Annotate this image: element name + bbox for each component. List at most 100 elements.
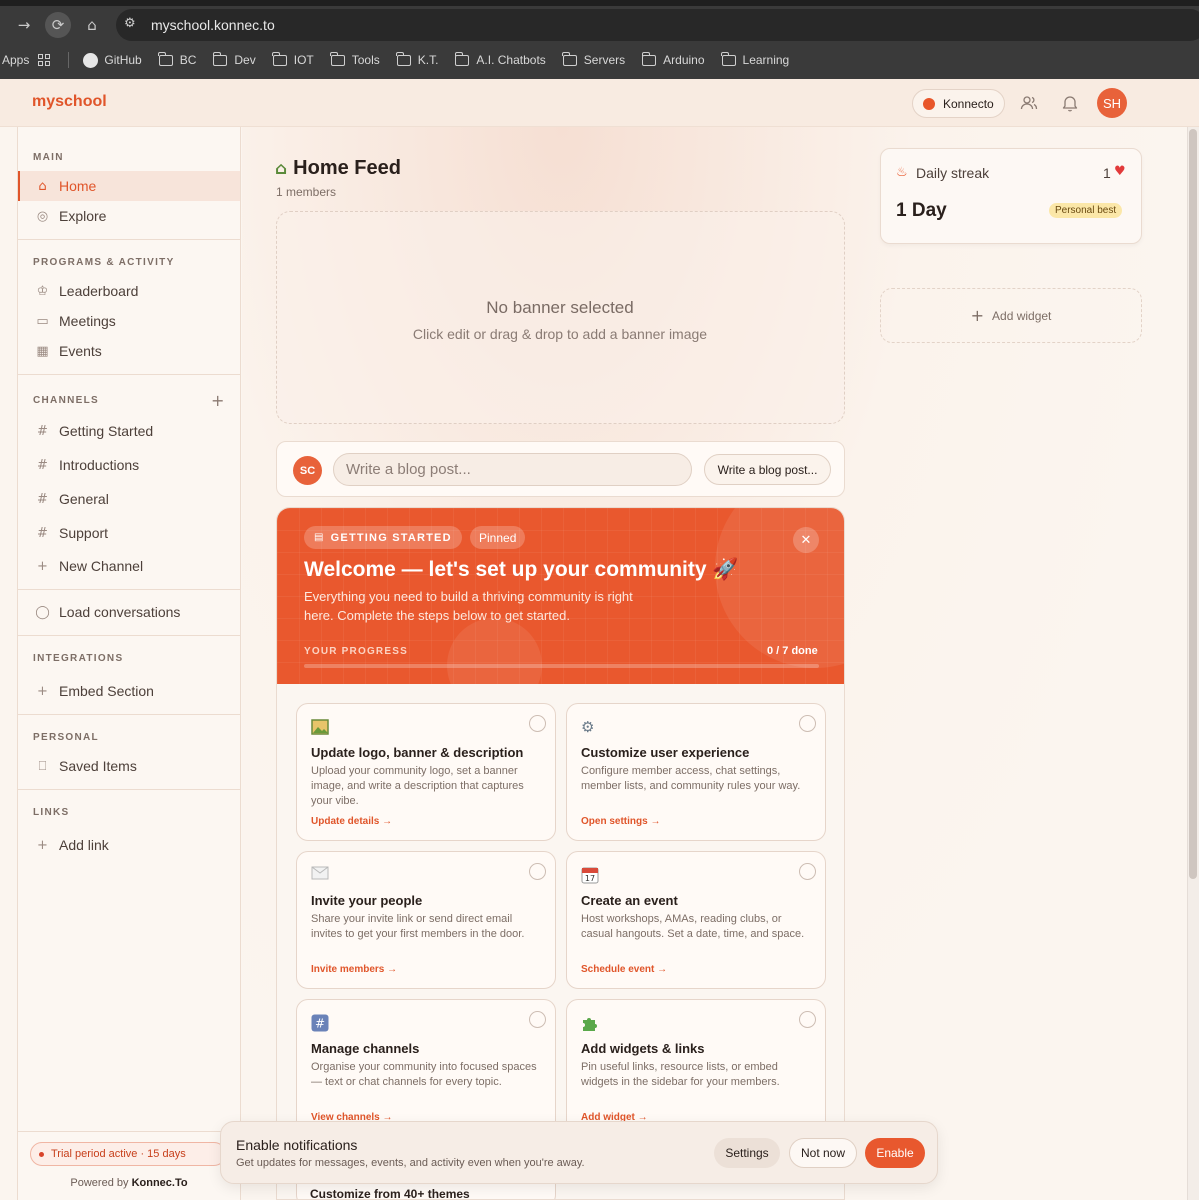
task-checkbox[interactable] xyxy=(529,1011,546,1028)
not-now-button[interactable]: Not now xyxy=(789,1138,857,1168)
task-checkbox[interactable] xyxy=(799,1011,816,1028)
divider xyxy=(18,789,240,790)
task-card[interactable]: # Manage channels Organise your communit… xyxy=(296,999,556,1137)
add-widget-button[interactable]: + Add widget xyxy=(880,288,1142,343)
task-card[interactable]: 17 Create an event Host workshops, AMAs,… xyxy=(566,851,826,989)
bookmark-folder[interactable]: Arduino xyxy=(641,51,705,67)
section-title-integrations: INTEGRATIONS xyxy=(33,653,124,664)
bookmark-folder[interactable]: Tools xyxy=(330,51,380,67)
section-title-personal: PERSONAL xyxy=(33,732,99,743)
bookmark-github[interactable]: GitHub xyxy=(83,52,142,68)
sidebar-item-channel[interactable]: # Support xyxy=(18,518,240,548)
folder-icon xyxy=(721,51,736,66)
bookmark-folder[interactable]: BC xyxy=(158,51,196,67)
task-card[interactable]: Update logo, banner & description Upload… xyxy=(296,703,556,841)
task-checkbox[interactable] xyxy=(799,715,816,732)
video-icon: ▭ xyxy=(36,313,49,329)
task-title: Customize user experience xyxy=(581,745,750,760)
write-blog-post-button[interactable]: Write a blog post... xyxy=(704,454,831,485)
task-card[interactable]: Add widgets & links Pin useful links, re… xyxy=(566,999,826,1137)
task-title: Customize from 40+ themes xyxy=(310,1187,470,1200)
notification-title: Enable notifications xyxy=(236,1137,358,1153)
enable-button[interactable]: Enable xyxy=(865,1138,925,1168)
task-link[interactable]: Open settings → xyxy=(581,816,660,827)
bell-icon[interactable] xyxy=(1059,92,1081,114)
sidebar-item-add-link[interactable]: + Add link xyxy=(18,830,240,860)
folder-icon xyxy=(330,51,345,66)
task-checkbox[interactable] xyxy=(529,863,546,880)
browser-tabstrip xyxy=(0,0,1199,6)
hash-icon: # xyxy=(37,525,48,541)
folder-icon xyxy=(396,51,411,66)
user-avatar[interactable]: SH xyxy=(1097,88,1127,118)
bookmark-folder[interactable]: A.I. Chatbots xyxy=(455,51,546,67)
reload-icon[interactable]: ⟳ xyxy=(45,12,71,38)
task-title: Add widgets & links xyxy=(581,1041,705,1056)
site-info-icon[interactable]: ⚙ xyxy=(124,16,136,31)
task-link[interactable]: Update details → xyxy=(311,816,392,827)
task-link[interactable]: Schedule event → xyxy=(581,964,667,975)
streak-label: Daily streak xyxy=(916,165,990,181)
sidebar-item-new-channel[interactable]: + New Channel xyxy=(18,551,240,581)
task-description: Organise your community into focused spa… xyxy=(311,1061,537,1088)
settings-button[interactable]: Settings xyxy=(714,1138,780,1168)
sidebar-item-channel[interactable]: # Introductions xyxy=(18,450,240,480)
hash-icon: # xyxy=(37,491,48,507)
bookmark-apps[interactable]: Apps xyxy=(0,53,29,67)
brand-logo[interactable]: myschool xyxy=(32,93,107,111)
task-description: Share your invite link or send direct em… xyxy=(311,913,525,940)
sidebar-item-events[interactable]: ▦ Events xyxy=(18,336,240,366)
section-title-channels: CHANNELS xyxy=(33,395,99,406)
task-title: Create an event xyxy=(581,893,678,908)
home-browser-icon[interactable]: ⌂ xyxy=(79,12,105,38)
task-link[interactable]: Invite members → xyxy=(311,964,397,975)
bookmark-folder[interactable]: IOT xyxy=(272,51,314,67)
folder-icon xyxy=(272,51,287,66)
sidebar-item-embed-section[interactable]: + Embed Section xyxy=(18,676,240,706)
close-icon[interactable]: ✕ xyxy=(793,527,819,553)
task-card[interactable]: ⚙ Customize user experience Configure me… xyxy=(566,703,826,841)
sidebar-item-channel[interactable]: # General xyxy=(18,484,240,514)
sidebar-item-explore[interactable]: ◎ Explore xyxy=(18,201,240,231)
add-channel-icon[interactable]: + xyxy=(211,391,224,410)
bookmark-folder[interactable]: Servers xyxy=(562,51,625,67)
blog-post-input[interactable]: Write a blog post... xyxy=(333,453,692,486)
image-icon xyxy=(311,718,329,736)
personal-best-badge: Personal best xyxy=(1049,203,1123,218)
sidebar-item-meetings[interactable]: ▭ Meetings xyxy=(18,306,240,336)
pinned-badge: Pinned xyxy=(470,526,526,549)
heart-icon: ♥ xyxy=(1114,164,1126,179)
task-card[interactable]: Invite your people Share your invite lin… xyxy=(296,851,556,989)
bookmark-folder[interactable]: Learning xyxy=(721,51,789,67)
folder-icon xyxy=(562,51,577,66)
sidebar-item-channel[interactable]: # Getting Started xyxy=(18,416,240,446)
bookmark-folder[interactable]: K.T. xyxy=(396,51,438,67)
forward-icon[interactable]: → xyxy=(11,12,37,38)
sidebar-item-home[interactable]: ⌂ Home xyxy=(18,171,240,201)
task-description: Upload your community logo, set a banner… xyxy=(311,765,524,807)
sidebar-item-leaderboard[interactable]: ♔ Leaderboard xyxy=(18,276,240,306)
scrollbar-thumb[interactable] xyxy=(1189,129,1197,879)
task-checkbox[interactable] xyxy=(799,863,816,880)
progress-bar xyxy=(304,664,819,668)
bookmarks-bar: Apps GitHub BC Dev IOT Tools K.T. A.I. C… xyxy=(0,48,806,72)
section-title-main: MAIN xyxy=(33,152,64,163)
bookmark-folder[interactable]: Dev xyxy=(212,51,256,67)
banner-dropzone[interactable]: No banner selected Click edit or drag & … xyxy=(276,211,845,424)
workspace-switcher[interactable]: Konnecto xyxy=(912,89,1005,118)
members-icon[interactable] xyxy=(1018,92,1040,114)
apps-grid-icon[interactable] xyxy=(38,54,56,66)
task-checkbox[interactable] xyxy=(529,715,546,732)
bookmark-icon: ⎕ xyxy=(38,758,47,774)
house-plant-icon: ⌂ xyxy=(275,158,288,179)
sidebar: MAIN ⌂ Home ◎ Explore PROGRAMS & ACTIVITY … xyxy=(17,127,241,1200)
divider xyxy=(18,714,240,715)
plus-icon: + xyxy=(37,558,48,574)
sidebar-item-load-conversations[interactable]: ◯ Load conversations xyxy=(18,597,240,627)
streak-count: 1 xyxy=(1103,165,1111,181)
post-composer: SC Write a blog post... Write a blog pos… xyxy=(276,441,845,497)
address-bar[interactable]: myschool.konnec.to xyxy=(116,9,1199,41)
sidebar-item-saved-items[interactable]: ⎕ Saved Items xyxy=(18,751,240,781)
trial-badge[interactable]: Trial period active · 15 days xyxy=(30,1142,226,1166)
folder-icon xyxy=(212,51,228,66)
